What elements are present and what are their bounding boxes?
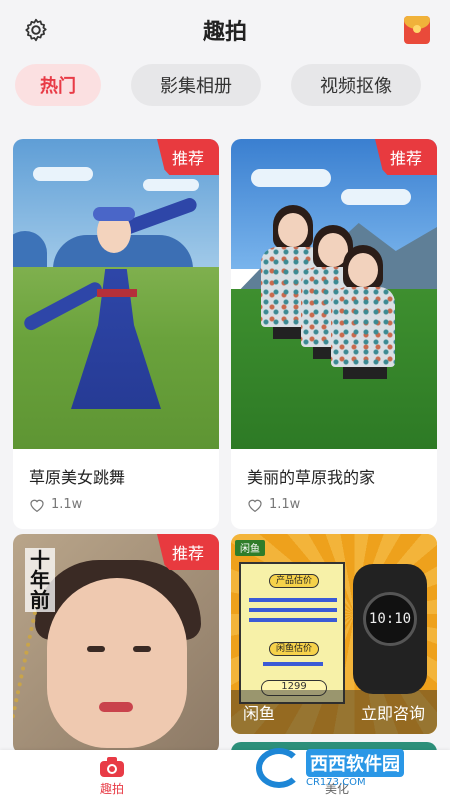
red-envelope-icon[interactable]	[404, 16, 430, 44]
watch-image: 10:10	[353, 564, 427, 694]
category-tabs: 热门 影集相册 视频抠像	[15, 64, 435, 106]
ad-card[interactable]: 闲鱼 产品估价 闲鱼估价 1299 10:10 闲鱼 立即咨询	[231, 534, 437, 734]
template-thumbnail: 推荐	[13, 139, 219, 449]
page-title: 趣拍	[202, 20, 247, 45]
nav-label: 趣拍	[99, 782, 124, 796]
template-card[interactable]: 十年前 推荐	[13, 534, 219, 754]
watermark-logo-icon	[256, 748, 302, 788]
ad-banner: 闲鱼 产品估价 闲鱼估价 1299 10:10 闲鱼 立即咨询	[231, 534, 437, 734]
overlay-text: 十年前	[25, 548, 55, 612]
template-card[interactable]: 推荐 美丽的草原我的家 1.1w	[231, 139, 437, 529]
tab-album[interactable]: 影集相册	[131, 64, 261, 106]
ad-board: 产品估价 闲鱼估价 1299	[239, 562, 345, 704]
ad-bar: 闲鱼 立即咨询	[231, 690, 437, 734]
app-root: 趣拍 热门 影集相册 视频抠像 推荐 草原美女跳舞 1.1w 推荐 美丽的草原我…	[0, 0, 450, 800]
header: 趣拍	[0, 0, 450, 62]
recommend-badge: 推荐	[157, 139, 219, 175]
heart-icon[interactable]	[247, 498, 263, 512]
site-watermark: 西西软件园 CR173.COM	[256, 746, 436, 790]
ad-tag: 闲鱼	[235, 540, 265, 556]
template-thumbnail: 推荐	[231, 139, 437, 449]
watch-time: 10:10	[368, 611, 412, 627]
board-title: 产品估价	[269, 574, 319, 588]
watermark-brand: 西西软件园	[306, 748, 404, 777]
template-name: 草原美女跳舞	[29, 468, 126, 487]
camera-icon	[100, 757, 124, 777]
template-thumbnail: 十年前 推荐	[13, 534, 219, 754]
tab-video-matting[interactable]: 视频抠像	[291, 64, 421, 106]
likes-count: 1.1w	[29, 497, 203, 512]
ad-source: 闲鱼	[243, 704, 276, 723]
consult-button[interactable]: 立即咨询	[361, 700, 425, 724]
tab-hot[interactable]: 热门	[15, 64, 101, 106]
board-subtitle: 闲鱼估价	[269, 642, 319, 656]
likes-value: 1.1w	[51, 497, 83, 512]
recommend-badge: 推荐	[157, 534, 219, 570]
template-card[interactable]: 推荐 草原美女跳舞 1.1w	[13, 139, 219, 529]
watermark-domain: CR173.COM	[306, 776, 366, 788]
template-name: 美丽的草原我的家	[247, 468, 376, 487]
likes-value: 1.1w	[269, 497, 301, 512]
heart-icon[interactable]	[29, 498, 45, 512]
recommend-badge: 推荐	[375, 139, 437, 175]
likes-count: 1.1w	[247, 497, 421, 512]
nav-item-quipai[interactable]: 趣拍	[72, 756, 152, 797]
